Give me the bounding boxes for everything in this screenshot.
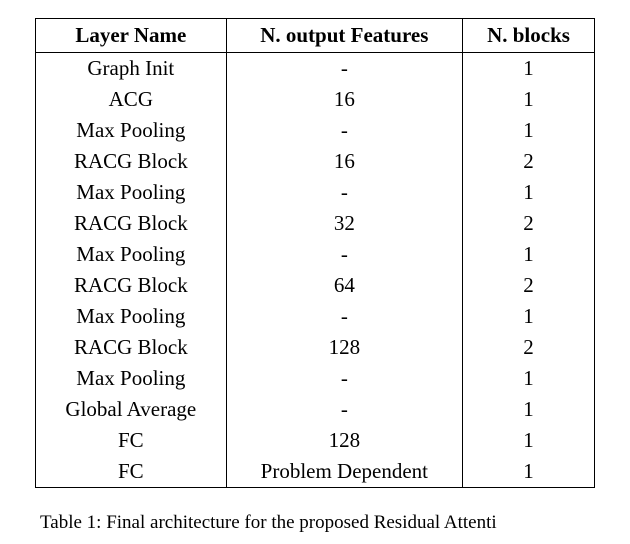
cell-layer: RACG Block bbox=[36, 270, 227, 301]
cell-blocks: 2 bbox=[463, 270, 595, 301]
cell-blocks: 2 bbox=[463, 146, 595, 177]
cell-blocks: 1 bbox=[463, 239, 595, 270]
cell-features: - bbox=[226, 363, 462, 394]
cell-layer: Max Pooling bbox=[36, 177, 227, 208]
table-row: FC1281 bbox=[36, 425, 595, 456]
cell-layer: Global Average bbox=[36, 394, 227, 425]
cell-features: - bbox=[226, 53, 462, 85]
table-row: Max Pooling-1 bbox=[36, 301, 595, 332]
cell-features: 128 bbox=[226, 425, 462, 456]
table-body: Graph Init-1 ACG161 Max Pooling-1 RACG B… bbox=[36, 53, 595, 488]
cell-features: - bbox=[226, 177, 462, 208]
cell-layer: Max Pooling bbox=[36, 115, 227, 146]
cell-layer: Max Pooling bbox=[36, 301, 227, 332]
cell-layer: Graph Init bbox=[36, 53, 227, 85]
cell-blocks: 1 bbox=[463, 301, 595, 332]
cell-layer: RACG Block bbox=[36, 208, 227, 239]
col-header-features: N. output Features bbox=[226, 19, 462, 53]
col-header-blocks: N. blocks bbox=[463, 19, 595, 53]
table-row: RACG Block1282 bbox=[36, 332, 595, 363]
cell-layer: Max Pooling bbox=[36, 363, 227, 394]
table-caption: Table 1: Final architecture for the prop… bbox=[40, 510, 590, 536]
cell-blocks: 1 bbox=[463, 177, 595, 208]
cell-layer: FC bbox=[36, 425, 227, 456]
cell-features: - bbox=[226, 115, 462, 146]
cell-blocks: 2 bbox=[463, 208, 595, 239]
cell-blocks: 1 bbox=[463, 115, 595, 146]
table-row: Max Pooling-1 bbox=[36, 177, 595, 208]
cell-blocks: 1 bbox=[463, 363, 595, 394]
col-header-layer: Layer Name bbox=[36, 19, 227, 53]
cell-features: 128 bbox=[226, 332, 462, 363]
cell-features: Problem Dependent bbox=[226, 456, 462, 488]
cell-blocks: 2 bbox=[463, 332, 595, 363]
table-row: RACG Block642 bbox=[36, 270, 595, 301]
cell-layer: FC bbox=[36, 456, 227, 488]
cell-layer: RACG Block bbox=[36, 332, 227, 363]
table-row: ACG161 bbox=[36, 84, 595, 115]
cell-layer: RACG Block bbox=[36, 146, 227, 177]
architecture-table: Layer Name N. output Features N. blocks … bbox=[35, 18, 595, 488]
table-row: FCProblem Dependent1 bbox=[36, 456, 595, 488]
cell-blocks: 1 bbox=[463, 53, 595, 85]
table-row: Global Average-1 bbox=[36, 394, 595, 425]
table-row: Max Pooling-1 bbox=[36, 239, 595, 270]
table-row: Max Pooling-1 bbox=[36, 115, 595, 146]
cell-features: - bbox=[226, 239, 462, 270]
cell-features: 16 bbox=[226, 84, 462, 115]
table-row: RACG Block162 bbox=[36, 146, 595, 177]
table-header-row: Layer Name N. output Features N. blocks bbox=[36, 19, 595, 53]
table-row: Max Pooling-1 bbox=[36, 363, 595, 394]
cell-features: - bbox=[226, 394, 462, 425]
cell-blocks: 1 bbox=[463, 394, 595, 425]
cell-features: 32 bbox=[226, 208, 462, 239]
cell-blocks: 1 bbox=[463, 84, 595, 115]
cell-features: 64 bbox=[226, 270, 462, 301]
table-row: Graph Init-1 bbox=[36, 53, 595, 85]
cell-blocks: 1 bbox=[463, 425, 595, 456]
table-row: RACG Block322 bbox=[36, 208, 595, 239]
cell-features: 16 bbox=[226, 146, 462, 177]
cell-blocks: 1 bbox=[463, 456, 595, 488]
cell-layer: Max Pooling bbox=[36, 239, 227, 270]
cell-features: - bbox=[226, 301, 462, 332]
cell-layer: ACG bbox=[36, 84, 227, 115]
